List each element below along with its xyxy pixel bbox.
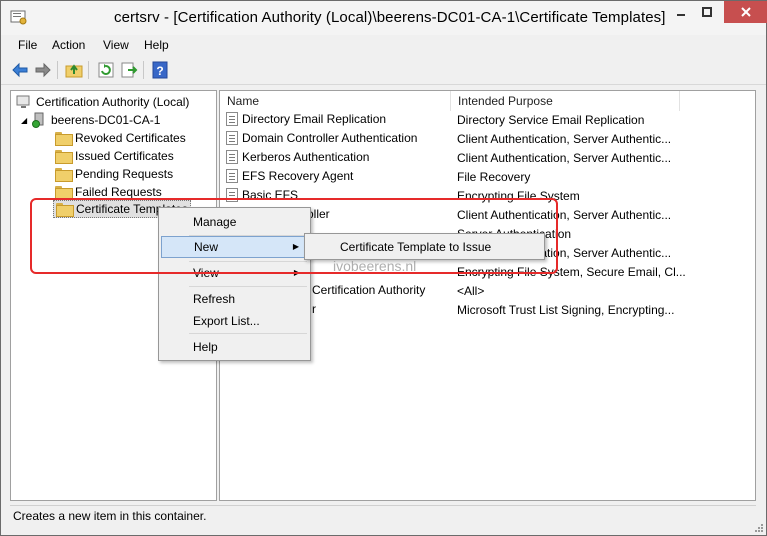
folder-icon <box>56 203 74 217</box>
menu-item-help[interactable]: Help <box>161 336 308 358</box>
svg-text:?: ? <box>156 64 163 78</box>
toolbar-separator <box>143 61 144 79</box>
tree-item-label: Issued Certificates <box>75 149 174 163</box>
certificate-template-icon <box>226 150 238 164</box>
folder-icon <box>55 132 73 146</box>
minimize-icon <box>677 14 685 16</box>
tree-item-ca[interactable]: ◢ beerens-DC01-CA-1 <box>21 111 160 129</box>
tree-item-root[interactable]: Certification Authority (Local) <box>16 93 189 111</box>
list-item-name: Domain Controller Authentication <box>226 131 417 145</box>
list-item-name: EFS Recovery Agent <box>226 169 353 183</box>
folder-icon <box>55 150 73 164</box>
new-submenu: Certificate Template to Issue <box>304 233 545 260</box>
list-item[interactable]: Kerberos Authentication Client Authentic… <box>220 149 755 168</box>
folder-icon <box>55 168 73 182</box>
tree-item-revoked-certificates[interactable]: Revoked Certificates <box>55 129 186 147</box>
tree-item-failed-requests[interactable]: Failed Requests <box>55 183 162 201</box>
certificate-template-icon <box>226 188 238 202</box>
submenu-arrow-icon: ▶ <box>293 268 300 277</box>
forward-arrow-icon[interactable] <box>34 61 52 79</box>
list-item-name-text: Directory Email Replication <box>242 112 387 126</box>
collapse-arrow-icon[interactable]: ◢ <box>21 116 31 125</box>
list-item-purpose: Client Authentication, Server Authentic.… <box>457 132 672 146</box>
list-item-purpose: File Recovery <box>457 170 531 184</box>
submenu-arrow-icon: ▶ <box>292 242 299 251</box>
context-menu: Manage New ▶ View ▶ Refresh Export List.… <box>158 207 311 361</box>
list-item-purpose: Directory Service Email Replication <box>457 113 645 127</box>
list-item-purpose: <All> <box>457 284 485 298</box>
list-item[interactable]: Domain Controller Authentication Client … <box>220 130 755 149</box>
title-bar: certsrv - [Certification Authority (Loca… <box>1 1 767 35</box>
list-item-purpose: Encrypting File System <box>457 189 580 203</box>
status-bar: Creates a new item in this container. <box>10 505 756 527</box>
list-item-name-text: EFS Recovery Agent <box>242 169 354 183</box>
list-item-name: Basic EFS <box>226 188 298 202</box>
ca-server-icon <box>32 112 44 128</box>
list-item-name: Kerberos Authentication <box>226 150 369 164</box>
menu-bar: File Action View Help <box>1 35 766 55</box>
menu-separator <box>189 333 307 334</box>
menu-item-manage[interactable]: Manage <box>161 211 308 233</box>
back-arrow-icon[interactable] <box>11 61 29 79</box>
column-header-name[interactable]: Name <box>220 91 451 111</box>
toolbar-separator <box>88 61 89 79</box>
maximize-icon <box>702 7 712 17</box>
list-item-purpose: Microsoft Trust List Signing, Encrypting… <box>457 303 675 317</box>
menu-item-refresh[interactable]: Refresh <box>161 288 308 310</box>
tree-item-pending-requests[interactable]: Pending Requests <box>55 165 173 183</box>
resize-grip-icon[interactable] <box>754 523 764 533</box>
column-header-intended-purpose[interactable]: Intended Purpose <box>451 91 680 111</box>
folder-icon <box>55 186 73 200</box>
menu-separator <box>189 286 307 287</box>
tree-item-label: Certification Authority (Local) <box>36 95 190 109</box>
list-item[interactable]: Directory Email Replication Directory Se… <box>220 111 755 130</box>
menu-file[interactable]: File <box>18 38 37 52</box>
list-item-name: Certification Authority <box>312 283 426 297</box>
menu-item-export-list[interactable]: Export List... <box>161 310 308 332</box>
menu-view[interactable]: View <box>103 38 129 52</box>
list-item-name: r <box>312 302 316 316</box>
menu-item-certificate-template-to-issue[interactable]: Certificate Template to Issue <box>340 240 491 254</box>
minimize-button[interactable] <box>668 1 694 23</box>
menu-item-label: New <box>194 240 219 254</box>
certsrv-app-icon <box>10 10 27 25</box>
up-folder-icon[interactable] <box>65 61 83 79</box>
tree-item-label: Pending Requests <box>75 167 174 181</box>
tree-item-issued-certificates[interactable]: Issued Certificates <box>55 147 174 165</box>
help-icon[interactable]: ? <box>151 61 169 79</box>
menu-item-view[interactable]: View ▶ <box>161 262 308 284</box>
list-item[interactable]: Basic EFS Encrypting File System <box>220 187 755 206</box>
watermark: ivobeerens.nl <box>333 258 417 274</box>
tree-item-label: Revoked Certificates <box>75 131 186 145</box>
menu-action[interactable]: Action <box>52 38 85 52</box>
close-icon <box>740 7 751 17</box>
certificate-template-icon <box>226 131 238 145</box>
menu-item-label: View <box>193 266 219 280</box>
list-item-purpose: Client Authentication, Server Authentic.… <box>457 151 672 165</box>
toolbar-separator <box>57 61 58 79</box>
list-item-name-text: Domain Controller Authentication <box>242 131 418 145</box>
close-button[interactable] <box>724 1 767 23</box>
list-item-name-text: Basic EFS <box>242 188 299 202</box>
certificate-template-icon <box>226 169 238 183</box>
toolbar: ? <box>1 55 766 85</box>
certificate-template-icon <box>226 112 238 126</box>
export-list-icon[interactable] <box>120 61 138 79</box>
maximize-button[interactable] <box>694 1 720 23</box>
tree-item-label: beerens-DC01-CA-1 <box>51 113 161 127</box>
refresh-icon[interactable] <box>97 61 115 79</box>
list-item[interactable]: EFS Recovery Agent File Recovery <box>220 168 755 187</box>
menu-help[interactable]: Help <box>144 38 169 52</box>
computer-icon <box>16 95 30 108</box>
list-item-name-text: Kerberos Authentication <box>242 150 370 164</box>
list-item-name: Directory Email Replication <box>226 112 386 126</box>
tree-item-label: Failed Requests <box>75 185 162 199</box>
list-item-purpose: Client Authentication, Server Authentic.… <box>457 208 672 222</box>
window-title: certsrv - [Certification Authority (Loca… <box>114 9 666 26</box>
list-item-purpose: Encrypting File System, Secure Email, Cl… <box>457 265 686 279</box>
menu-item-new[interactable]: New ▶ <box>161 236 308 258</box>
